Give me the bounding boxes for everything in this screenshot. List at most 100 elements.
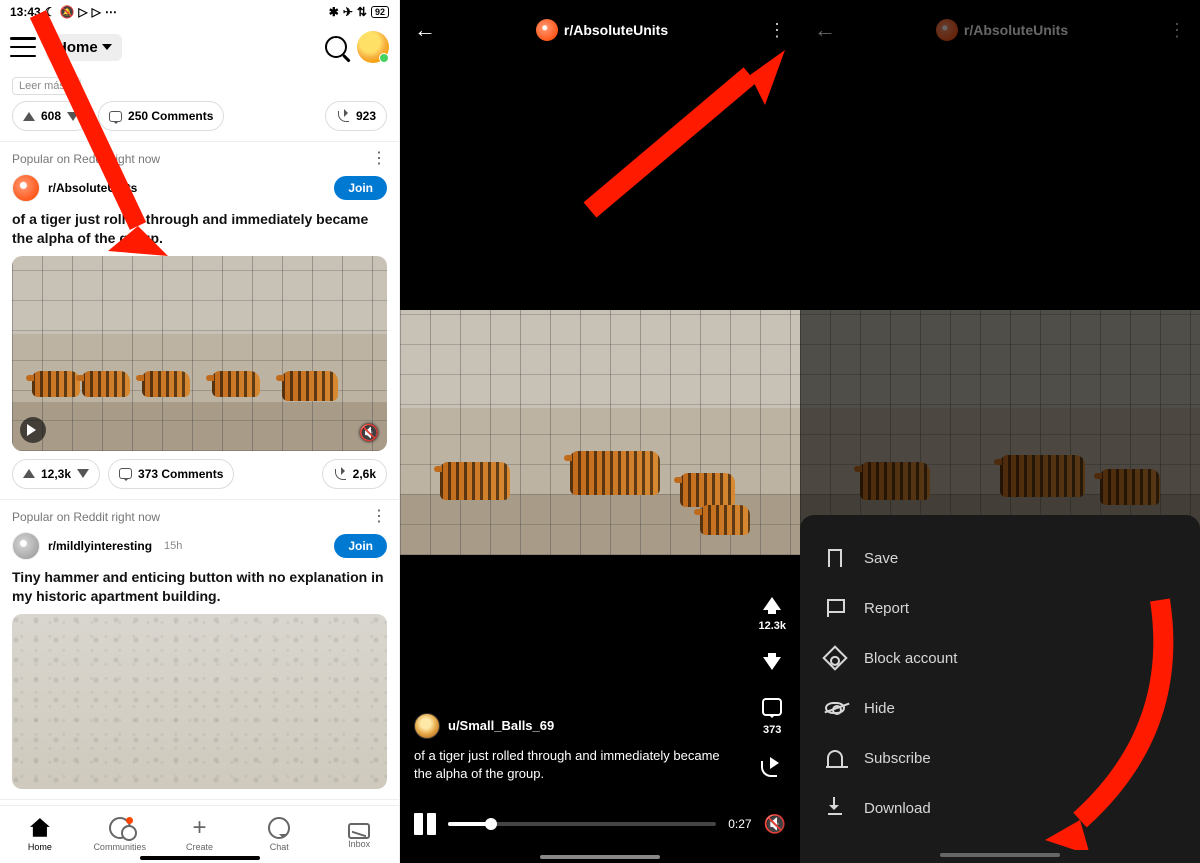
- nav-home[interactable]: Home: [0, 806, 80, 863]
- menu-save[interactable]: Save: [800, 533, 1200, 583]
- subreddit-name: r/AbsoluteUnits: [964, 22, 1068, 38]
- bookmark-icon: [828, 549, 842, 567]
- upvote-count: 608: [41, 109, 61, 123]
- download-icon: [828, 801, 842, 815]
- video-title: of a tiger just rolled through and immed…: [414, 747, 730, 783]
- nav-create[interactable]: + Create: [160, 806, 240, 863]
- nav-chat[interactable]: Chat: [239, 806, 319, 863]
- section-overflow[interactable]: ⋮: [371, 515, 387, 519]
- back-button[interactable]: ←: [414, 17, 436, 43]
- downvote-button[interactable]: [759, 650, 785, 676]
- post-image[interactable]: [12, 614, 387, 789]
- bell-icon: [827, 750, 843, 766]
- nav-communities[interactable]: Communities: [80, 806, 160, 863]
- downvote-icon[interactable]: [67, 112, 79, 121]
- dnd-icon: ☾: [45, 5, 56, 19]
- comment-count: 250 Comments: [128, 109, 213, 123]
- post-tigers[interactable]: r/AbsoluteUnits Join of a tiger just rol…: [0, 170, 399, 500]
- nav-label: Create: [186, 842, 213, 852]
- share-pill[interactable]: 923: [325, 101, 387, 131]
- comment-icon: [119, 468, 132, 479]
- overflow-menu-sheet: Save Report Block account Hide Subscribe…: [800, 515, 1200, 863]
- panel-fullscreen-video: ← r/AbsoluteUnits ⋮ 12.3k 373: [400, 0, 800, 863]
- menu-label: Subscribe: [864, 750, 931, 767]
- downvote-icon[interactable]: [77, 469, 89, 478]
- menu-subscribe[interactable]: Subscribe: [800, 733, 1200, 783]
- menu-label: Save: [864, 550, 898, 567]
- section-label: Popular on Reddit right now ⋮: [0, 500, 399, 528]
- comments-pill[interactable]: 373 Comments: [108, 459, 234, 489]
- menu-block[interactable]: Block account: [800, 633, 1200, 683]
- downvote-icon: [763, 657, 781, 670]
- upvote-icon[interactable]: [23, 469, 35, 478]
- hide-icon: [825, 702, 845, 714]
- subreddit-name[interactable]: r/AbsoluteUnits: [48, 181, 137, 195]
- search-button[interactable]: [325, 36, 347, 58]
- share-button[interactable]: [759, 754, 785, 780]
- subreddit-name[interactable]: r/mildlyinteresting: [48, 539, 152, 553]
- profile-avatar[interactable]: [357, 31, 389, 63]
- time-remaining: 0:27: [728, 817, 751, 831]
- pause-button[interactable]: [414, 813, 436, 835]
- post-hammer[interactable]: r/mildlyinteresting 15h Join Tiny hammer…: [0, 528, 399, 800]
- overflow-menu-button[interactable]: ⋮: [768, 28, 786, 33]
- menu-button[interactable]: [10, 37, 36, 57]
- menu-hide[interactable]: Hide: [800, 683, 1200, 733]
- post-title: of a tiger just rolled through and immed…: [12, 210, 387, 248]
- share-icon: [336, 110, 350, 122]
- section-overflow[interactable]: ⋮: [371, 157, 387, 161]
- subreddit-link: r/AbsoluteUnits: [936, 19, 1068, 41]
- post-age: 15h: [164, 540, 182, 552]
- vote-pill[interactable]: 608: [12, 101, 90, 131]
- upvote-icon[interactable]: [23, 112, 35, 121]
- inbox-icon: [348, 823, 370, 839]
- comment-count: 373 Comments: [138, 467, 223, 481]
- airplane-icon: ✈: [343, 5, 353, 19]
- video-actions-column: 12.3k 373: [758, 590, 786, 780]
- join-button[interactable]: Join: [334, 534, 387, 558]
- comments-button[interactable]: 373: [759, 694, 785, 736]
- mute-icon: 🔕: [59, 5, 74, 19]
- chat-icon: [268, 817, 290, 839]
- menu-label: Report: [864, 600, 909, 617]
- nav-inbox[interactable]: Inbox: [319, 806, 399, 863]
- subreddit-icon[interactable]: [12, 532, 40, 560]
- post-video-thumbnail[interactable]: 🔇: [12, 256, 387, 451]
- subreddit-icon[interactable]: [12, 174, 40, 202]
- status-time: 13:43: [10, 5, 41, 19]
- mute-button[interactable]: 🔇: [764, 814, 786, 835]
- play-icon[interactable]: [20, 417, 46, 443]
- panel-overflow-menu: ← r/AbsoluteUnits ⋮ Save Report Block ac…: [800, 0, 1200, 863]
- video-player[interactable]: [400, 310, 800, 555]
- gesture-bar: [140, 856, 260, 860]
- menu-download[interactable]: Download: [800, 783, 1200, 833]
- author-link[interactable]: u/Small_Balls_69: [414, 713, 730, 739]
- subreddit-icon: [536, 19, 558, 41]
- subreddit-link[interactable]: r/AbsoluteUnits: [536, 19, 668, 41]
- subreddit-icon: [936, 19, 958, 41]
- share-count: 2,6k: [353, 467, 376, 481]
- comment-count: 373: [763, 724, 781, 736]
- flag-icon: [827, 599, 843, 617]
- communities-icon: [109, 817, 131, 839]
- nav-label: Chat: [270, 842, 289, 852]
- muted-icon[interactable]: 🔇: [359, 423, 379, 443]
- upvote-button[interactable]: 12.3k: [758, 590, 786, 632]
- vote-pill[interactable]: 12,3k: [12, 459, 100, 489]
- menu-label: Block account: [864, 650, 957, 667]
- read-more-link[interactable]: Leer más >: [12, 77, 81, 95]
- section-label-text: Popular on Reddit right now: [12, 152, 160, 166]
- gesture-bar: [540, 855, 660, 859]
- comments-pill[interactable]: 250 Comments: [98, 101, 224, 131]
- menu-label: Download: [864, 800, 931, 817]
- back-button[interactable]: ←: [814, 17, 836, 43]
- upvote-count: 12,3k: [41, 467, 71, 481]
- feed-selector[interactable]: Home: [46, 34, 122, 61]
- overflow-menu-button[interactable]: ⋮: [1168, 28, 1186, 33]
- block-icon: [822, 645, 847, 670]
- fullscreen-topbar: ← r/AbsoluteUnits ⋮: [400, 0, 800, 60]
- share-pill[interactable]: 2,6k: [322, 459, 387, 489]
- join-button[interactable]: Join: [334, 176, 387, 200]
- seek-bar[interactable]: [448, 822, 716, 826]
- menu-report[interactable]: Report: [800, 583, 1200, 633]
